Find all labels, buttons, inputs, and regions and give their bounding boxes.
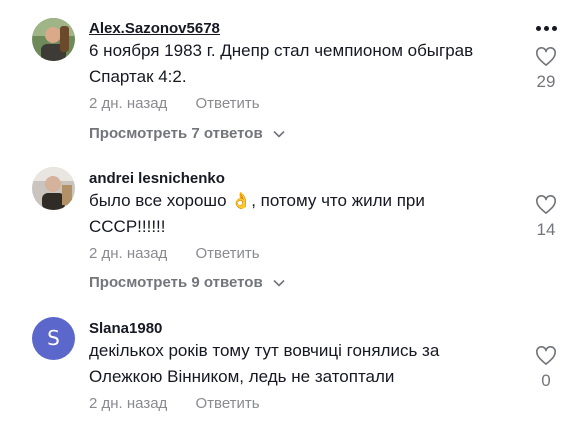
comment-meta: 2 дн. назад Ответить [89, 95, 260, 112]
comment-time: 2 дн. назад [89, 95, 168, 112]
chevron-down-icon [273, 279, 285, 287]
heart-icon [536, 195, 556, 214]
like-count: 0 [541, 371, 551, 390]
comment-username[interactable]: Alex.Sazonov5678 [89, 20, 220, 37]
comment-username[interactable]: andrei lesnichenko [89, 170, 225, 187]
view-replies-label: Просмотреть 7 ответов [89, 125, 263, 142]
like-count: 29 [536, 72, 556, 91]
reply-button[interactable]: Ответить [195, 95, 259, 112]
avatar[interactable]: S [32, 317, 75, 360]
reply-button[interactable]: Ответить [195, 395, 259, 412]
view-replies-button[interactable]: Просмотреть 9 ответов [89, 274, 285, 291]
heart-icon [536, 47, 556, 66]
avatar[interactable] [32, 18, 75, 61]
ok-hand-emoji: 👌 [231, 191, 252, 210]
comment-username[interactable]: Slana1980 [89, 320, 162, 337]
like-count: 14 [536, 220, 556, 239]
view-replies-button[interactable]: Просмотреть 7 ответов [89, 125, 285, 142]
comment-time: 2 дн. назад [89, 245, 168, 262]
comment-text: было все хорошо 👌, потому что жили при С… [89, 188, 489, 240]
heart-icon [536, 346, 556, 365]
comment-item: Alex.Sazonov5678 6 ноября 1983 г. Днепр … [0, 0, 579, 150]
avatar[interactable] [32, 167, 75, 210]
like-button[interactable]: 14 [532, 195, 560, 240]
like-button[interactable]: 0 [532, 346, 560, 391]
chevron-down-icon [273, 130, 285, 138]
view-replies-label: Просмотреть 9 ответов [89, 274, 263, 291]
comment-item: andrei lesnichenko было все хорошо 👌, по… [0, 150, 579, 300]
comment-meta: 2 дн. назад Ответить [89, 395, 260, 412]
reply-button[interactable]: Ответить [195, 245, 259, 262]
comment-text-start: было все хорошо [89, 191, 232, 210]
comment-meta: 2 дн. назад Ответить [89, 245, 260, 262]
like-button[interactable]: 29 [532, 47, 560, 92]
comment-text: декількох років тому тут вовчиці гонялис… [89, 341, 440, 386]
comment-time: 2 дн. назад [89, 395, 168, 412]
comment-item: S Slana1980 декількох років тому тут вов… [0, 300, 579, 425]
comment-text: 6 ноября 1983 г. Днепр стал чемпионом об… [89, 41, 474, 86]
